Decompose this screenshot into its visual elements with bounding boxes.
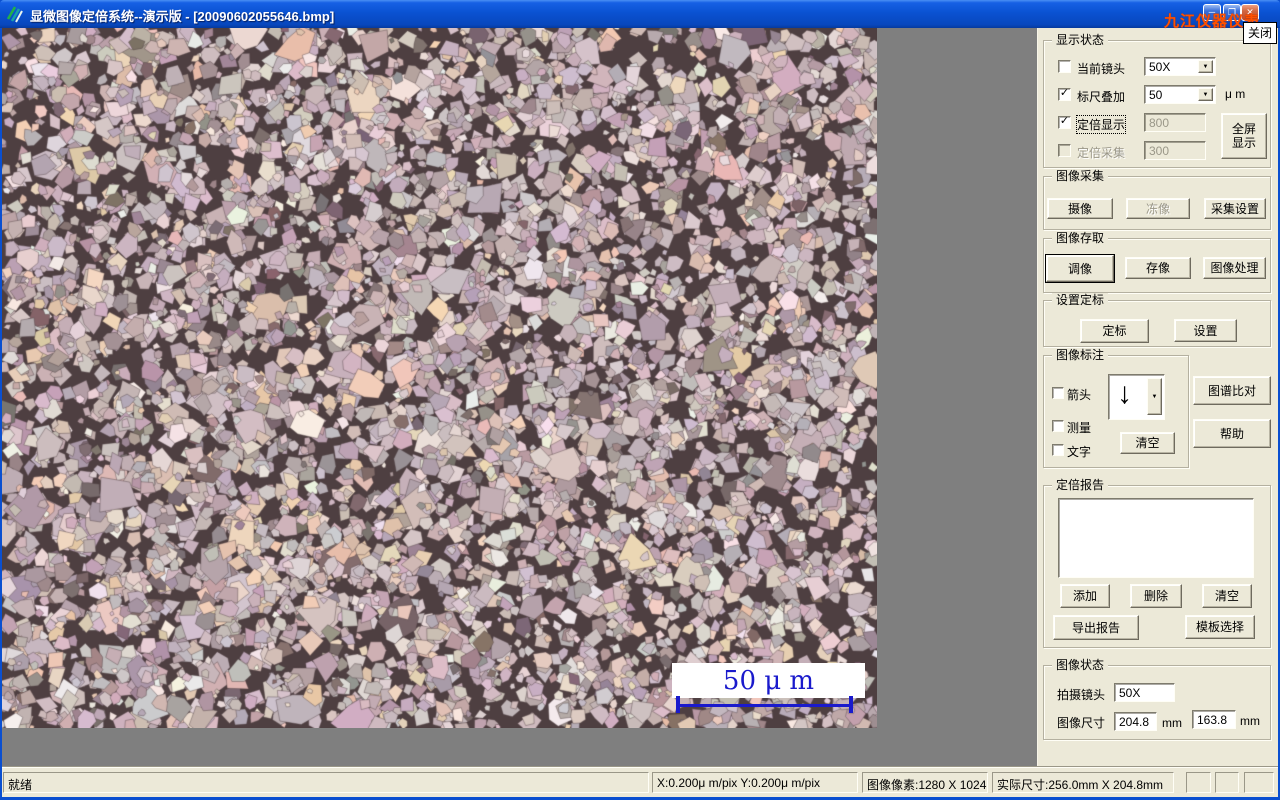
arrow-style-dropdown-arrow-icon[interactable]: [1147, 378, 1162, 415]
group-report: 定倍报告 添加 删除 清空 导出报告 模板选择: [1043, 478, 1271, 648]
ruler-unit-label: μ m: [1225, 87, 1246, 101]
calibrate-button[interactable]: 定标: [1080, 319, 1149, 343]
load-image-button[interactable]: 调像: [1046, 255, 1114, 282]
fixed-capture-checkbox: [1058, 144, 1071, 157]
image-height-field[interactable]: 163.8: [1192, 710, 1236, 729]
fullscreen-button-line1: 全屏: [1231, 122, 1256, 136]
application-window: 显微图像定倍系统--演示版 - [20090602055646.bmp] ─ ❐…: [0, 0, 1280, 800]
image-width-unit: mm: [1162, 716, 1182, 730]
image-height-unit: mm: [1240, 714, 1260, 728]
shooting-lens-label: 拍摄镜头: [1057, 688, 1106, 702]
group-calibration: 设置定标 定标 设置: [1043, 293, 1271, 347]
calibration-setup-button[interactable]: 设置: [1174, 319, 1237, 342]
status-image-pixels: 图像像素:1280 X 1024: [862, 772, 988, 793]
fullscreen-button[interactable]: 全屏 显示: [1221, 113, 1267, 159]
report-delete-button[interactable]: 删除: [1130, 584, 1182, 608]
scale-bar-label: 50 μ m: [672, 663, 865, 698]
annotation-clear-button[interactable]: 清空: [1120, 432, 1175, 454]
help-button[interactable]: 帮助: [1193, 419, 1271, 448]
fixed-display-field: 800: [1144, 113, 1206, 132]
ruler-overlay-checkbox[interactable]: [1058, 88, 1071, 101]
fullscreen-button-line2: 显示: [1231, 136, 1256, 150]
status-empty-1: [1186, 772, 1211, 793]
current-lens-checkbox[interactable]: [1058, 60, 1071, 73]
capture-settings-button[interactable]: 采集设置: [1204, 198, 1266, 219]
measure-label: 测量: [1067, 421, 1092, 435]
status-pixel-scale: X:0.200μ m/pix Y:0.200μ m/pix: [652, 772, 858, 793]
group-image-status-title: 图像状态: [1052, 658, 1109, 672]
measure-checkbox[interactable]: [1052, 420, 1064, 432]
fixed-capture-field: 300: [1144, 141, 1206, 160]
fixed-display-label: 定倍显示: [1075, 115, 1127, 134]
group-image-status: 图像状态 拍摄镜头 50X 图像尺寸 204.8 mm 163.8 mm: [1043, 658, 1271, 740]
group-image-capture-title: 图像采集: [1052, 169, 1109, 183]
current-lens-dropdown-arrow-icon[interactable]: [1198, 60, 1213, 73]
report-add-button[interactable]: 添加: [1060, 584, 1110, 608]
group-report-title: 定倍报告: [1052, 478, 1109, 492]
micrograph-canvas[interactable]: [2, 28, 877, 728]
text-label: 文字: [1067, 445, 1092, 459]
title-bar: 显微图像定倍系统--演示版 - [20090602055646.bmp] ─ ❐…: [0, 0, 1280, 44]
status-empty-3: [1244, 772, 1274, 793]
atlas-compare-button[interactable]: 图谱比对: [1193, 376, 1271, 405]
fixed-capture-label: 定倍采集: [1077, 146, 1126, 160]
arrow-style-dropdown[interactable]: ↓: [1108, 374, 1165, 420]
group-display-status: 显示状态 当前镜头 50X 标尺叠加 50 μ m 定倍显示 800 定倍采集 …: [1043, 33, 1271, 168]
fixed-display-checkbox[interactable]: [1058, 116, 1071, 129]
window-title: 显微图像定倍系统--演示版 - [20090602055646.bmp]: [30, 9, 335, 24]
status-empty-2: [1215, 772, 1239, 793]
group-image-storage: 图像存取 调像 存像 图像处理: [1043, 231, 1271, 293]
current-lens-label: 当前镜头: [1077, 62, 1126, 76]
status-ready: 就绪: [3, 772, 649, 793]
report-listbox[interactable]: [1058, 498, 1254, 578]
group-annotation: 图像标注 箭头 测量 文字 ↓ 清空: [1043, 348, 1189, 468]
image-width-field[interactable]: 204.8: [1114, 712, 1157, 731]
current-lens-dropdown[interactable]: 50X: [1144, 57, 1216, 76]
ruler-value-dropdown[interactable]: 50: [1144, 85, 1216, 104]
group-annotation-title: 图像标注: [1052, 348, 1109, 362]
scale-bar-line: [678, 704, 853, 707]
status-bar: 就绪 X:0.200μ m/pix Y:0.200μ m/pix 图像像素:12…: [2, 766, 1278, 797]
shoot-button[interactable]: 摄像: [1047, 198, 1113, 219]
image-size-label: 图像尺寸: [1057, 716, 1106, 730]
shooting-lens-field[interactable]: 50X: [1114, 683, 1175, 702]
arrow-checkbox[interactable]: [1052, 387, 1064, 399]
arrow-style-icon: ↓: [1117, 377, 1132, 410]
freeze-button: 冻像: [1126, 198, 1190, 219]
image-viewer-area: 50 μ m: [2, 28, 1037, 766]
group-image-capture: 图像采集 摄像 冻像 采集设置: [1043, 169, 1271, 230]
report-clear-button[interactable]: 清空: [1202, 584, 1252, 608]
group-image-storage-title: 图像存取: [1052, 231, 1109, 245]
scale-bar-left-tick: [676, 696, 680, 713]
ruler-overlay-label: 标尺叠加: [1077, 90, 1126, 104]
scale-bar-text: 50 μ m: [722, 665, 815, 696]
status-actual-size: 实际尺寸:256.0mm X 204.8mm: [992, 772, 1174, 793]
template-select-button[interactable]: 模板选择: [1185, 615, 1255, 639]
close-tooltip: 关闭: [1243, 22, 1278, 44]
ruler-dropdown-arrow-icon[interactable]: [1198, 88, 1213, 101]
report-export-button[interactable]: 导出报告: [1053, 615, 1139, 640]
save-image-button[interactable]: 存像: [1125, 257, 1191, 279]
group-display-status-title: 显示状态: [1052, 33, 1109, 47]
arrow-label: 箭头: [1067, 388, 1092, 402]
app-icon: [6, 6, 23, 23]
control-panel: 显示状态 当前镜头 50X 标尺叠加 50 μ m 定倍显示 800 定倍采集 …: [1037, 28, 1278, 766]
scale-bar-right-tick: [849, 696, 853, 713]
text-checkbox[interactable]: [1052, 444, 1064, 456]
image-process-button[interactable]: 图像处理: [1203, 257, 1266, 279]
group-calibration-title: 设置定标: [1052, 293, 1109, 307]
